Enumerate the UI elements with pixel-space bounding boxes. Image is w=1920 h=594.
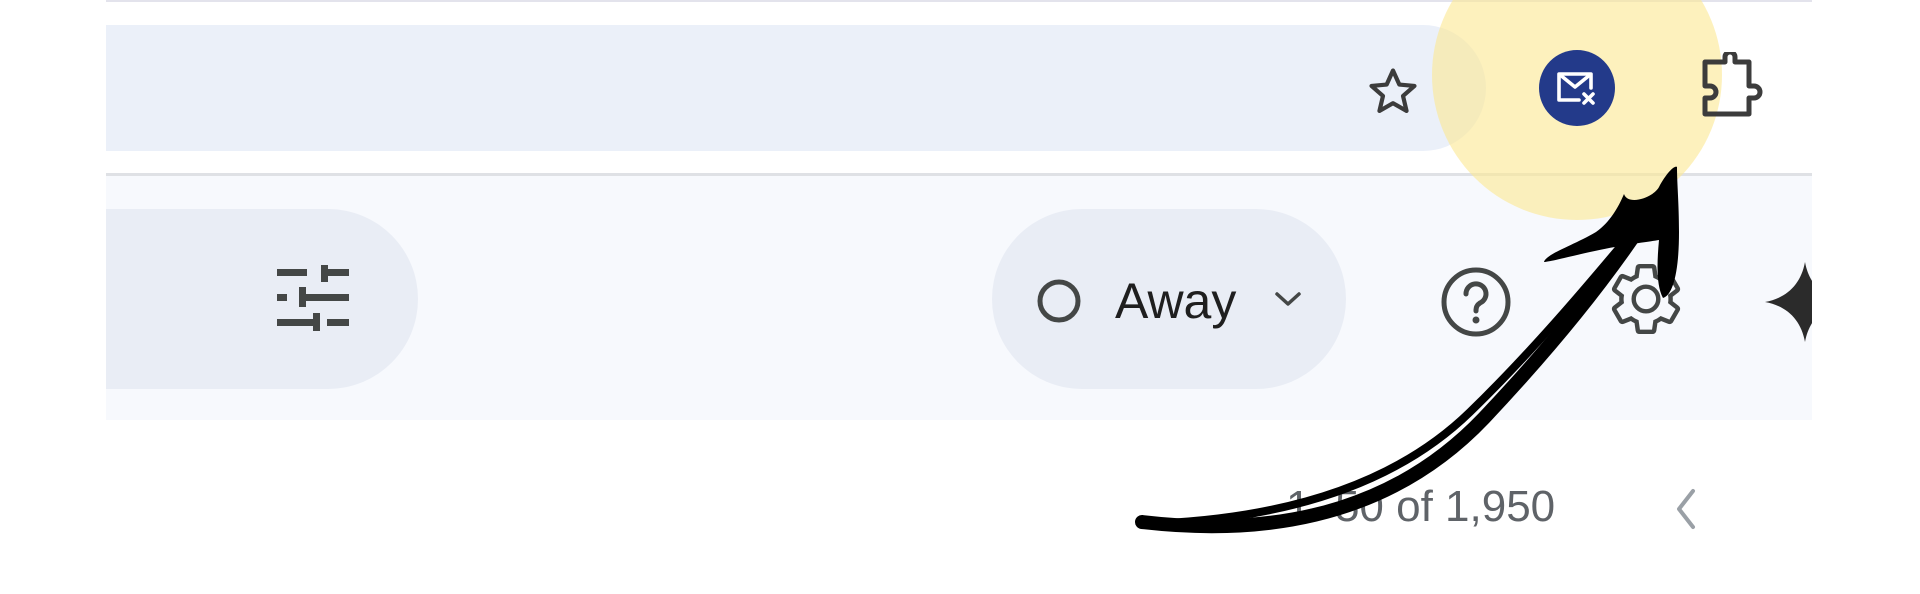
annotation-arrow bbox=[1135, 166, 1679, 534]
browser-window: Away 1–50 of 1,950 bbox=[106, 0, 1812, 594]
